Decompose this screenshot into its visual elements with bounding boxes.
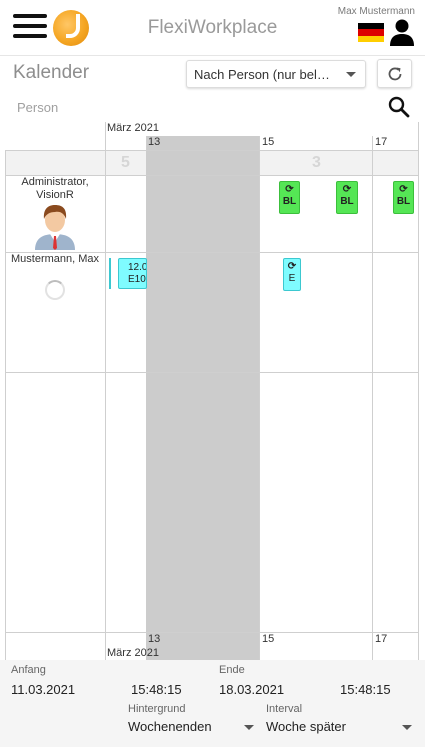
- grid-line: [418, 122, 419, 660]
- grid-line: [5, 150, 6, 660]
- person-name-line: Mustermann, Max: [10, 253, 100, 265]
- month-label-top: März 2021: [107, 122, 159, 134]
- background-select[interactable]: Wochenenden: [128, 719, 254, 734]
- date-label: 15: [262, 136, 275, 148]
- avatar: [35, 205, 75, 250]
- chevron-down-icon: [402, 725, 412, 730]
- month-label-bottom: März 2021: [107, 647, 159, 659]
- calendar-event[interactable]: 12.0 E10: [118, 258, 147, 289]
- user-icon[interactable]: [389, 18, 415, 46]
- event-label: BL: [282, 196, 297, 207]
- date-label: 13: [148, 633, 161, 645]
- background-label: Hintergrund: [128, 703, 186, 715]
- grid-line: [259, 136, 260, 660]
- recurring-icon: ⟳: [342, 184, 352, 195]
- refresh-icon: [388, 67, 402, 81]
- end-date-input[interactable]: 18.03.2021: [219, 682, 284, 697]
- interval-label: Interval: [266, 703, 303, 715]
- page-title: Kalender: [13, 62, 90, 83]
- chevron-down-icon: [346, 72, 356, 77]
- event-label: BL: [340, 196, 354, 207]
- calendar-event[interactable]: ⟳ E: [283, 258, 301, 291]
- grid-line: [105, 122, 106, 660]
- date-label: 17: [375, 633, 388, 645]
- chevron-down-icon: [244, 725, 254, 730]
- start-time-input[interactable]: 15:48:15: [131, 682, 182, 697]
- event-label: E10: [128, 274, 146, 285]
- person-name-administrator[interactable]: Administrator, VisionR: [5, 176, 105, 202]
- grid-line: [5, 632, 419, 633]
- start-date-input[interactable]: 11.03.2021: [11, 682, 75, 697]
- event-label: 12.0: [128, 262, 147, 273]
- range-footer: Anfang 11.03.2021 15:48:15 Ende 18.03.20…: [0, 660, 425, 747]
- week-number: 5: [121, 154, 130, 171]
- search-icon[interactable]: [388, 96, 410, 118]
- event-label: E: [288, 273, 296, 284]
- event-marker: [109, 258, 111, 289]
- person-name-line: Administrator,: [21, 176, 89, 188]
- date-label: 13: [148, 136, 161, 148]
- interval-select[interactable]: Woche später: [266, 719, 412, 734]
- recurring-icon: ⟳: [399, 184, 408, 195]
- user-name: Max Mustermann: [337, 6, 415, 17]
- app-header: FlexiWorkplace Max Mustermann: [0, 0, 425, 56]
- recurring-icon: ⟳: [287, 261, 297, 272]
- calendar-event[interactable]: ⟳ BL: [279, 181, 300, 214]
- grid-line: [5, 372, 419, 373]
- weekend-highlight-column: [146, 136, 259, 660]
- end-time-input[interactable]: 15:48:15: [340, 682, 391, 697]
- end-label: Ende: [219, 664, 245, 676]
- grid-line: [146, 136, 147, 150]
- person-filter-input[interactable]: Person: [17, 100, 58, 115]
- background-value: Wochenenden: [128, 719, 212, 734]
- calendar-event[interactable]: ⟳ BL: [336, 181, 358, 214]
- date-label: 17: [375, 136, 388, 148]
- person-name-mustermann[interactable]: Mustermann, Max: [5, 253, 105, 266]
- german-flag-icon[interactable]: [358, 23, 384, 42]
- refresh-button[interactable]: [377, 59, 412, 88]
- loading-spinner-icon: [45, 280, 65, 300]
- interval-value: Woche später: [266, 719, 346, 734]
- event-label: BL: [396, 196, 411, 207]
- calendar-event[interactable]: ⟳ BL: [393, 181, 414, 214]
- grid-line: [372, 136, 373, 660]
- date-label: 15: [262, 633, 275, 645]
- week-number: 3: [312, 154, 321, 171]
- view-mode-value: Nach Person (nur bel…: [194, 67, 330, 82]
- recurring-icon: ⟳: [285, 184, 294, 195]
- view-mode-select[interactable]: Nach Person (nur bel…: [186, 60, 366, 88]
- start-label: Anfang: [11, 664, 46, 676]
- grid-line: [5, 150, 419, 151]
